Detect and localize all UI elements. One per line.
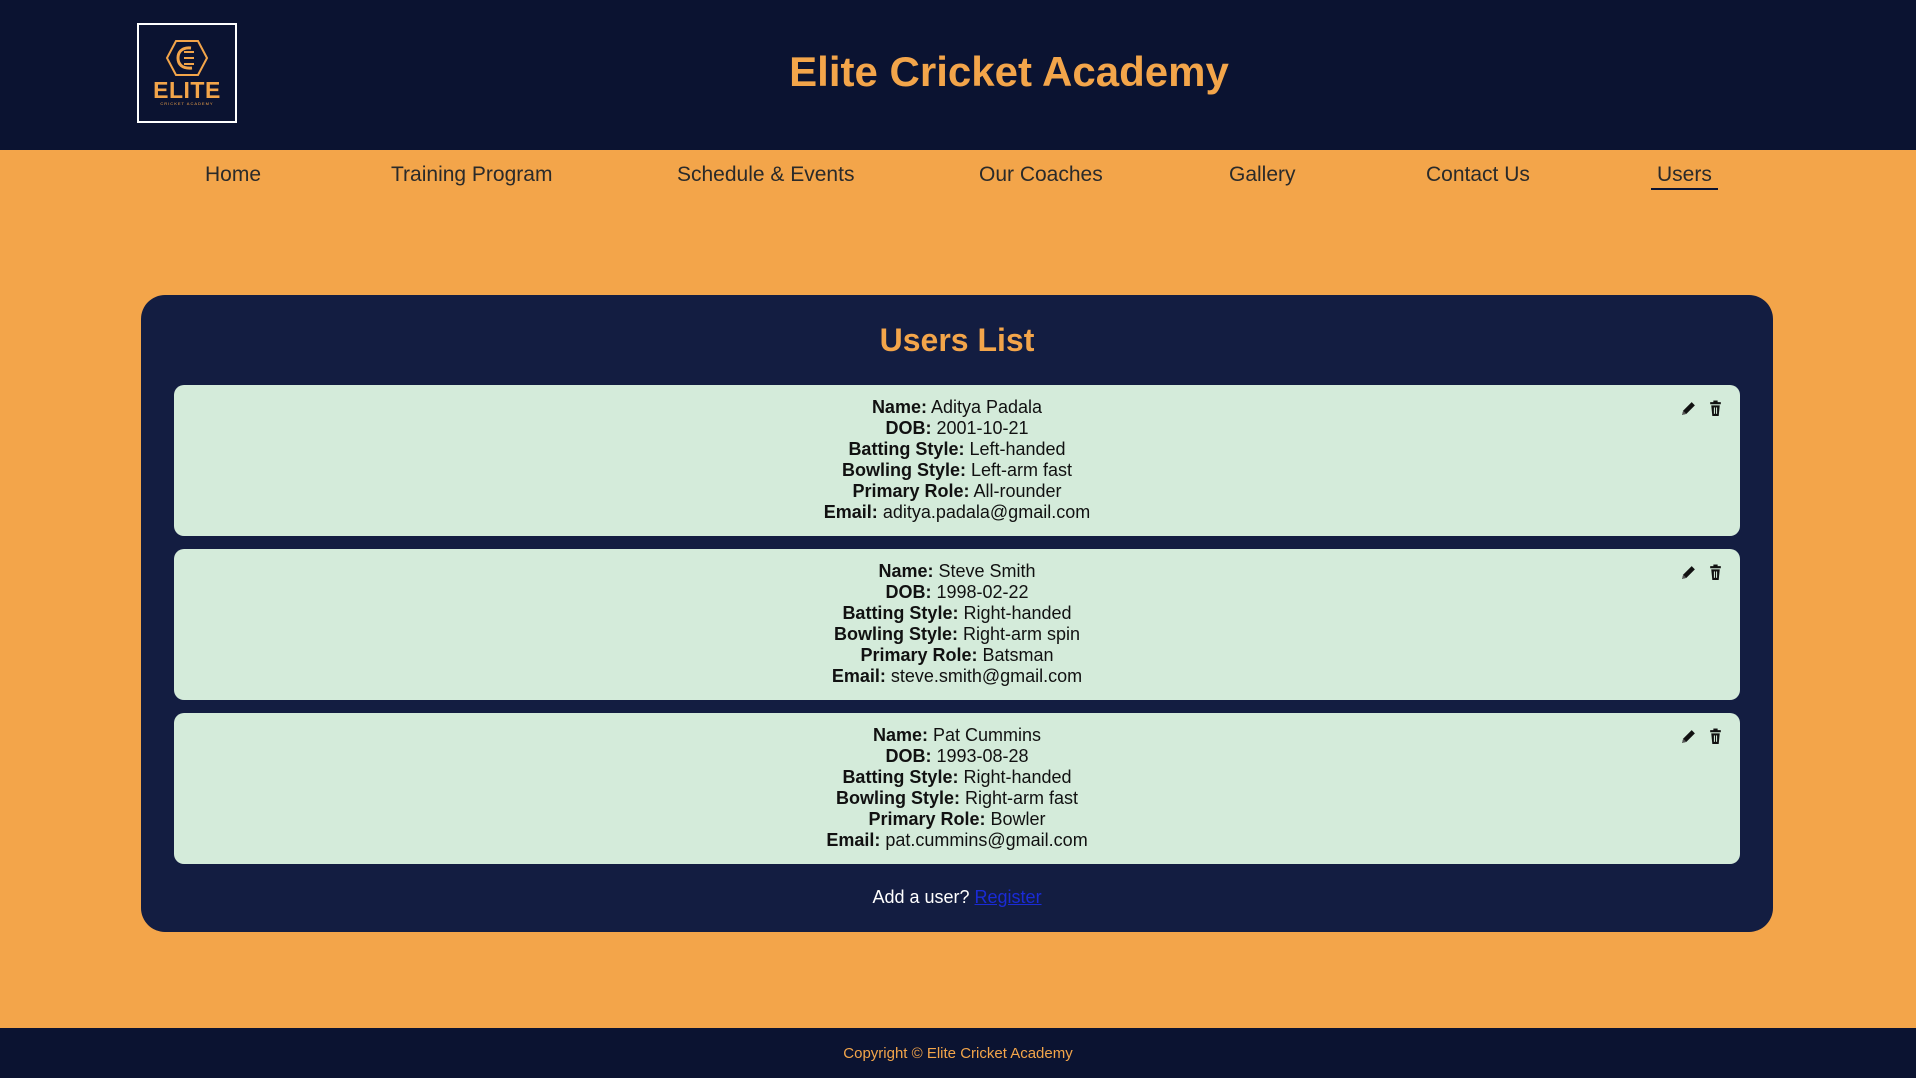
nav-item-schedule-events[interactable]: Schedule & Events [677,163,854,187]
user-email: steve.smith@gmail.com [890,666,1083,686]
user-role-row: Primary Role: All-rounder [174,481,1740,502]
user-bowling-row: Bowling Style: Right-arm spin [174,624,1740,645]
role-label: Primary Role: [868,809,986,829]
users-list-title: Users List [879,322,1035,358]
user-email-row: Email: steve.smith@gmail.com [174,666,1740,687]
batting-label: Batting Style: [848,439,965,459]
bowling-label: Bowling Style: [835,788,960,808]
register-link[interactable]: Register [975,887,1042,907]
trash-icon[interactable] [1707,728,1724,745]
name-label: Name: [872,725,928,745]
bowling-label: Bowling Style: [841,460,966,480]
nav-item-home[interactable]: Home [205,163,261,187]
user-dob-row: DOB: 1998-02-22 [174,582,1740,603]
site-footer: Copyright © Elite Cricket Academy [0,1028,1916,1078]
pencil-icon[interactable] [1680,400,1697,417]
batting-label: Batting Style: [842,603,959,623]
user-dob: 1993-08-28 [936,746,1029,766]
email-label: Email: [826,830,881,850]
bowling-label: Bowling Style: [833,624,958,644]
logo-subtext: CRICKET ACADEMY [160,101,214,106]
user-batting-row: Batting Style: Right-handed [174,603,1740,624]
user-batting-style: Left-handed [969,439,1066,459]
users-panel: Users List Name: Aditya Padala DOB: 2001… [141,295,1773,932]
user-name-row: Name: Aditya Padala [174,397,1740,418]
user-name: Steve Smith [938,561,1036,581]
add-user-prompt: Add a user? Register [141,887,1773,908]
nav-item-users[interactable]: Users [1651,163,1718,190]
dob-label: DOB: [885,746,932,766]
user-dob-row: DOB: 2001-10-21 [174,418,1740,439]
user-role-row: Primary Role: Batsman [174,645,1740,666]
name-label: Name: [871,397,927,417]
nav-item-contact-us[interactable]: Contact Us [1426,163,1530,187]
user-details: Name: Pat Cummins DOB: 1993-08-28 Battin… [174,725,1740,851]
user-email-row: Email: aditya.padala@gmail.com [174,502,1740,523]
user-card: Name: Steve Smith DOB: 1998-02-22 Battin… [174,549,1740,700]
site-header: ELITE CRICKET ACADEMY Elite Cricket Acad… [0,0,1916,150]
user-role-row: Primary Role: Bowler [174,809,1740,830]
site-title: Elite Cricket Academy [789,48,1229,95]
dob-label: DOB: [885,418,932,438]
email-label: Email: [831,666,886,686]
user-email-row: Email: pat.cummins@gmail.com [174,830,1740,851]
user-bowling-style: Right-arm spin [962,624,1081,644]
user-details: Name: Aditya Padala DOB: 2001-10-21 Batt… [174,397,1740,523]
user-actions [1680,564,1724,581]
user-name-row: Name: Steve Smith [174,561,1740,582]
user-card: Name: Pat Cummins DOB: 1993-08-28 Battin… [174,713,1740,864]
user-card: Name: Aditya Padala DOB: 2001-10-21 Batt… [174,385,1740,536]
user-name: Pat Cummins [933,725,1042,745]
user-dob-row: DOB: 1993-08-28 [174,746,1740,767]
trash-icon[interactable] [1707,400,1724,417]
user-bowling-row: Bowling Style: Right-arm fast [174,788,1740,809]
nav-item-our-coaches[interactable]: Our Coaches [979,163,1103,187]
user-dob: 1998-02-22 [936,582,1029,602]
dob-label: DOB: [885,582,932,602]
nav-item-gallery[interactable]: Gallery [1229,163,1296,187]
main-nav: Home Training Program Schedule & Events … [0,150,1916,200]
name-label: Name: [878,561,934,581]
user-batting-row: Batting Style: Right-handed [174,767,1740,788]
user-bowling-style: Left-arm fast [971,460,1073,480]
user-bowling-row: Bowling Style: Left-arm fast [174,460,1740,481]
add-user-text: Add a user? [872,887,970,907]
user-email: aditya.padala@gmail.com [882,502,1091,522]
copyright-text: Copyright © Elite Cricket Academy [843,1045,1073,1062]
user-primary-role: All-rounder [973,481,1062,501]
nav-item-training-program[interactable]: Training Program [391,163,552,187]
email-label: Email: [823,502,878,522]
user-primary-role: Batsman [982,645,1054,665]
user-name-row: Name: Pat Cummins [174,725,1740,746]
user-dob: 2001-10-21 [936,418,1029,438]
user-email: pat.cummins@gmail.com [885,830,1088,850]
pencil-icon[interactable] [1680,564,1697,581]
user-batting-row: Batting Style: Left-handed [174,439,1740,460]
batting-label: Batting Style: [842,767,959,787]
user-batting-style: Right-handed [963,767,1072,787]
role-label: Primary Role: [860,645,978,665]
user-bowling-style: Right-arm fast [965,788,1079,808]
user-batting-style: Right-handed [963,603,1072,623]
trash-icon[interactable] [1707,564,1724,581]
user-actions [1680,400,1724,417]
role-label: Primary Role: [852,481,970,501]
user-actions [1680,728,1724,745]
pencil-icon[interactable] [1680,728,1697,745]
user-name: Aditya Padala [930,397,1043,417]
user-details: Name: Steve Smith DOB: 1998-02-22 Battin… [174,561,1740,687]
user-primary-role: Bowler [990,809,1046,829]
